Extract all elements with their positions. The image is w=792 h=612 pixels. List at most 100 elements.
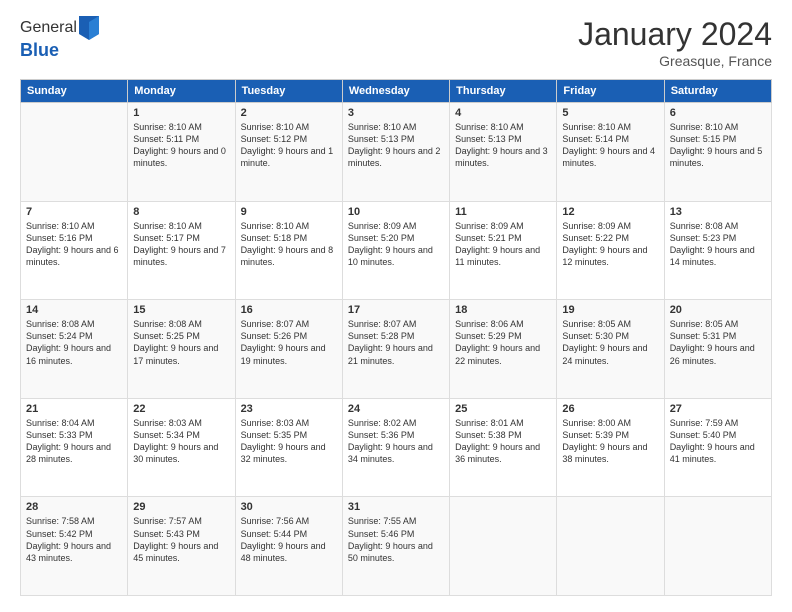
daylight-text: Daylight: 9 hours and 10 minutes. xyxy=(348,244,444,268)
sunset-text: Sunset: 5:22 PM xyxy=(562,232,658,244)
day-number: 22 xyxy=(133,403,229,415)
calendar-cell: 15 Sunrise: 8:08 AM Sunset: 5:25 PM Dayl… xyxy=(128,300,235,399)
daylight-text: Daylight: 9 hours and 12 minutes. xyxy=(562,244,658,268)
sunset-text: Sunset: 5:13 PM xyxy=(455,133,551,145)
sunrise-text: Sunrise: 8:04 AM xyxy=(26,417,122,429)
day-info: Sunrise: 8:10 AM Sunset: 5:18 PM Dayligh… xyxy=(241,220,337,269)
sunrise-text: Sunrise: 8:10 AM xyxy=(241,220,337,232)
calendar-cell: 19 Sunrise: 8:05 AM Sunset: 5:30 PM Dayl… xyxy=(557,300,664,399)
daylight-text: Daylight: 9 hours and 26 minutes. xyxy=(670,342,766,366)
day-number: 30 xyxy=(241,501,337,513)
day-number: 7 xyxy=(26,206,122,218)
sunrise-text: Sunrise: 7:55 AM xyxy=(348,515,444,527)
sunrise-text: Sunrise: 8:06 AM xyxy=(455,318,551,330)
day-info: Sunrise: 7:56 AM Sunset: 5:44 PM Dayligh… xyxy=(241,515,337,564)
daylight-text: Daylight: 9 hours and 16 minutes. xyxy=(26,342,122,366)
daylight-text: Daylight: 9 hours and 2 minutes. xyxy=(348,145,444,169)
sunset-text: Sunset: 5:20 PM xyxy=(348,232,444,244)
calendar-cell: 6 Sunrise: 8:10 AM Sunset: 5:15 PM Dayli… xyxy=(664,103,771,202)
daylight-text: Daylight: 9 hours and 24 minutes. xyxy=(562,342,658,366)
sunset-text: Sunset: 5:36 PM xyxy=(348,429,444,441)
calendar-cell: 12 Sunrise: 8:09 AM Sunset: 5:22 PM Dayl… xyxy=(557,201,664,300)
calendar-cell: 30 Sunrise: 7:56 AM Sunset: 5:44 PM Dayl… xyxy=(235,497,342,596)
calendar-cell: 2 Sunrise: 8:10 AM Sunset: 5:12 PM Dayli… xyxy=(235,103,342,202)
day-number: 29 xyxy=(133,501,229,513)
day-number: 12 xyxy=(562,206,658,218)
sunrise-text: Sunrise: 8:10 AM xyxy=(241,121,337,133)
sunrise-text: Sunrise: 8:09 AM xyxy=(455,220,551,232)
column-header-monday: Monday xyxy=(128,80,235,103)
sunrise-text: Sunrise: 8:10 AM xyxy=(348,121,444,133)
day-info: Sunrise: 8:10 AM Sunset: 5:17 PM Dayligh… xyxy=(133,220,229,269)
sunrise-text: Sunrise: 8:08 AM xyxy=(26,318,122,330)
daylight-text: Daylight: 9 hours and 21 minutes. xyxy=(348,342,444,366)
day-number: 18 xyxy=(455,304,551,316)
day-info: Sunrise: 8:08 AM Sunset: 5:24 PM Dayligh… xyxy=(26,318,122,367)
sunrise-text: Sunrise: 8:10 AM xyxy=(562,121,658,133)
sunset-text: Sunset: 5:17 PM xyxy=(133,232,229,244)
day-number: 10 xyxy=(348,206,444,218)
day-info: Sunrise: 8:06 AM Sunset: 5:29 PM Dayligh… xyxy=(455,318,551,367)
day-info: Sunrise: 8:10 AM Sunset: 5:13 PM Dayligh… xyxy=(455,121,551,170)
sunrise-text: Sunrise: 8:09 AM xyxy=(562,220,658,232)
day-info: Sunrise: 8:05 AM Sunset: 5:31 PM Dayligh… xyxy=(670,318,766,367)
sunset-text: Sunset: 5:23 PM xyxy=(670,232,766,244)
calendar-cell: 27 Sunrise: 7:59 AM Sunset: 5:40 PM Dayl… xyxy=(664,398,771,497)
day-number: 14 xyxy=(26,304,122,316)
daylight-text: Daylight: 9 hours and 28 minutes. xyxy=(26,441,122,465)
calendar-week-row: 14 Sunrise: 8:08 AM Sunset: 5:24 PM Dayl… xyxy=(21,300,772,399)
day-number: 6 xyxy=(670,107,766,119)
calendar-cell: 14 Sunrise: 8:08 AM Sunset: 5:24 PM Dayl… xyxy=(21,300,128,399)
day-info: Sunrise: 8:07 AM Sunset: 5:26 PM Dayligh… xyxy=(241,318,337,367)
daylight-text: Daylight: 9 hours and 11 minutes. xyxy=(455,244,551,268)
calendar-cell: 25 Sunrise: 8:01 AM Sunset: 5:38 PM Dayl… xyxy=(450,398,557,497)
sunset-text: Sunset: 5:21 PM xyxy=(455,232,551,244)
daylight-text: Daylight: 9 hours and 1 minute. xyxy=(241,145,337,169)
day-info: Sunrise: 8:10 AM Sunset: 5:16 PM Dayligh… xyxy=(26,220,122,269)
day-info: Sunrise: 8:00 AM Sunset: 5:39 PM Dayligh… xyxy=(562,417,658,466)
day-info: Sunrise: 8:10 AM Sunset: 5:14 PM Dayligh… xyxy=(562,121,658,170)
sunset-text: Sunset: 5:14 PM xyxy=(562,133,658,145)
daylight-text: Daylight: 9 hours and 14 minutes. xyxy=(670,244,766,268)
day-number: 31 xyxy=(348,501,444,513)
daylight-text: Daylight: 9 hours and 48 minutes. xyxy=(241,540,337,564)
day-number: 17 xyxy=(348,304,444,316)
calendar-cell: 8 Sunrise: 8:10 AM Sunset: 5:17 PM Dayli… xyxy=(128,201,235,300)
day-number: 24 xyxy=(348,403,444,415)
daylight-text: Daylight: 9 hours and 43 minutes. xyxy=(26,540,122,564)
calendar-cell: 10 Sunrise: 8:09 AM Sunset: 5:20 PM Dayl… xyxy=(342,201,449,300)
calendar-cell: 9 Sunrise: 8:10 AM Sunset: 5:18 PM Dayli… xyxy=(235,201,342,300)
day-number: 26 xyxy=(562,403,658,415)
sunrise-text: Sunrise: 8:00 AM xyxy=(562,417,658,429)
calendar-cell: 7 Sunrise: 8:10 AM Sunset: 5:16 PM Dayli… xyxy=(21,201,128,300)
calendar-cell: 20 Sunrise: 8:05 AM Sunset: 5:31 PM Dayl… xyxy=(664,300,771,399)
sunrise-text: Sunrise: 7:57 AM xyxy=(133,515,229,527)
sunrise-text: Sunrise: 8:03 AM xyxy=(133,417,229,429)
sunset-text: Sunset: 5:42 PM xyxy=(26,528,122,540)
calendar-cell: 11 Sunrise: 8:09 AM Sunset: 5:21 PM Dayl… xyxy=(450,201,557,300)
sunset-text: Sunset: 5:31 PM xyxy=(670,330,766,342)
calendar-cell: 31 Sunrise: 7:55 AM Sunset: 5:46 PM Dayl… xyxy=(342,497,449,596)
day-number: 21 xyxy=(26,403,122,415)
calendar-cell xyxy=(450,497,557,596)
sunset-text: Sunset: 5:11 PM xyxy=(133,133,229,145)
day-info: Sunrise: 7:58 AM Sunset: 5:42 PM Dayligh… xyxy=(26,515,122,564)
daylight-text: Daylight: 9 hours and 7 minutes. xyxy=(133,244,229,268)
daylight-text: Daylight: 9 hours and 36 minutes. xyxy=(455,441,551,465)
calendar-cell: 24 Sunrise: 8:02 AM Sunset: 5:36 PM Dayl… xyxy=(342,398,449,497)
sunset-text: Sunset: 5:16 PM xyxy=(26,232,122,244)
sunrise-text: Sunrise: 8:05 AM xyxy=(562,318,658,330)
day-number: 28 xyxy=(26,501,122,513)
title-block: January 2024 Greasque, France xyxy=(578,16,772,69)
sunset-text: Sunset: 5:12 PM xyxy=(241,133,337,145)
sunset-text: Sunset: 5:29 PM xyxy=(455,330,551,342)
day-info: Sunrise: 8:03 AM Sunset: 5:34 PM Dayligh… xyxy=(133,417,229,466)
day-number: 11 xyxy=(455,206,551,218)
column-header-friday: Friday xyxy=(557,80,664,103)
sunset-text: Sunset: 5:13 PM xyxy=(348,133,444,145)
sunrise-text: Sunrise: 8:10 AM xyxy=(133,220,229,232)
daylight-text: Daylight: 9 hours and 38 minutes. xyxy=(562,441,658,465)
day-number: 19 xyxy=(562,304,658,316)
daylight-text: Daylight: 9 hours and 17 minutes. xyxy=(133,342,229,366)
day-info: Sunrise: 7:59 AM Sunset: 5:40 PM Dayligh… xyxy=(670,417,766,466)
